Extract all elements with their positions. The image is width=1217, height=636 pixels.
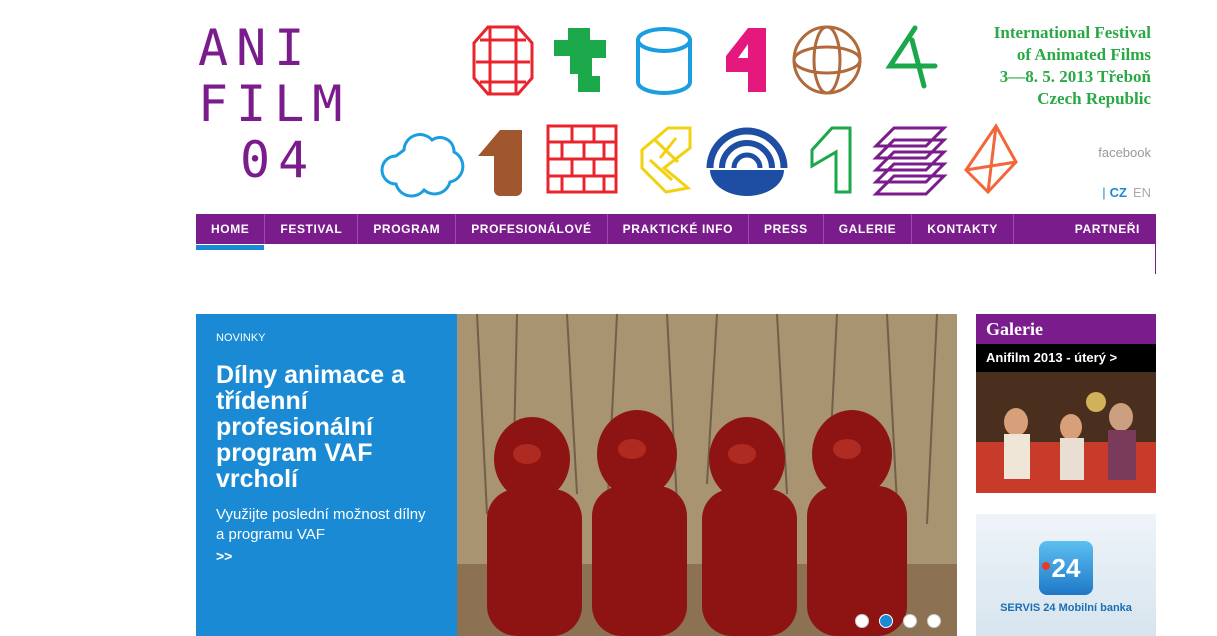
hero-more-link[interactable]: >> xyxy=(216,548,232,564)
hero-title[interactable]: Dílny animace a třídenní profesionální p… xyxy=(216,362,446,492)
slider-dot-2[interactable] xyxy=(879,614,893,628)
pink-four-icon xyxy=(726,28,766,92)
gallery-box[interactable]: Galerie Anifilm 2013 - úterý > xyxy=(976,314,1156,493)
language-separator: | xyxy=(1102,185,1106,200)
red-bricks-icon xyxy=(546,124,618,194)
slider-dots xyxy=(855,614,941,628)
festival-name-line1: International Festival xyxy=(993,23,1151,42)
purple-stack-icon xyxy=(872,126,948,196)
festival-country: Czech Republic xyxy=(1037,89,1151,108)
slider-dot-1[interactable] xyxy=(855,614,869,628)
hero-kicker: NOVINKY xyxy=(216,332,266,344)
green-one-outline-icon xyxy=(810,126,852,194)
gallery-photo-illustration xyxy=(976,372,1156,493)
slider-dot-4[interactable] xyxy=(927,614,941,628)
hero-painting-illustration xyxy=(457,314,957,636)
nav-item-program[interactable]: PROGRAM xyxy=(358,214,457,244)
logo-line-04: 04 xyxy=(240,131,317,189)
festival-info: International Festival of Animated Films… xyxy=(994,22,1151,110)
nav-item-festival[interactable]: FESTIVAL xyxy=(265,214,359,244)
orange-crystal-icon xyxy=(964,123,1018,195)
gallery-heading: Galerie xyxy=(976,314,1156,344)
nav-item-prakticke-info[interactable]: PRAKTICKÉ INFO xyxy=(608,214,750,244)
nav-item-press[interactable]: PRESS xyxy=(749,214,824,244)
nav-divider-line xyxy=(1155,244,1156,274)
gallery-photo[interactable] xyxy=(976,372,1156,493)
main-nav: HOME FESTIVAL PROGRAM PROFESIONÁLOVÉ PRA… xyxy=(196,214,1156,250)
hero-description: Využijte poslední možnost dílny a progra… xyxy=(216,506,426,543)
nav-item-kontakty[interactable]: KONTAKTY xyxy=(912,214,1014,244)
red-octagon-icon xyxy=(472,25,534,96)
blue-cylinder-icon xyxy=(636,27,692,95)
facebook-link[interactable]: facebook xyxy=(1098,145,1151,160)
nav-item-partneri[interactable]: PARTNEŘI xyxy=(1060,214,1156,244)
servis24-text: SERVIS 24 Mobilní banka xyxy=(1000,602,1132,614)
site-logo[interactable]: ANI FILM 04 xyxy=(198,20,358,188)
red-dot-icon xyxy=(1042,562,1050,570)
language-switcher: | CZ EN xyxy=(1102,185,1151,200)
blue-rainbow-icon xyxy=(706,127,788,196)
language-cz[interactable]: CZ xyxy=(1110,185,1127,200)
gallery-caption-link[interactable]: Anifilm 2013 - úterý > xyxy=(976,344,1156,372)
festival-dates: 3—8. 5. 2013 Třeboň xyxy=(999,67,1151,86)
festival-name-line2: of Animated Films xyxy=(1016,45,1151,64)
yellow-diamond-icon xyxy=(640,126,692,194)
brown-orbit-icon xyxy=(792,25,862,95)
brown-one-icon xyxy=(478,130,522,196)
language-en[interactable]: EN xyxy=(1133,185,1151,200)
green-four-stroke-icon xyxy=(885,25,938,89)
nav-item-galerie[interactable]: GALERIE xyxy=(824,214,913,244)
hero-image[interactable] xyxy=(457,314,957,636)
nav-item-profesionalove[interactable]: PROFESIONÁLOVÉ xyxy=(456,214,608,244)
servis24-ad[interactable]: 24 SERVIS 24 Mobilní banka xyxy=(976,514,1156,636)
nav-item-home[interactable]: HOME xyxy=(196,214,266,250)
blue-cloud-icon xyxy=(380,133,465,198)
green-stairs-icon xyxy=(554,28,606,92)
logo-line-film: FILM xyxy=(198,75,351,133)
hero-text-panel[interactable]: NOVINKY Dílny animace a třídenní profesi… xyxy=(196,314,457,636)
logo-line-ani: ANI xyxy=(198,19,313,77)
slider-dot-3[interactable] xyxy=(903,614,917,628)
